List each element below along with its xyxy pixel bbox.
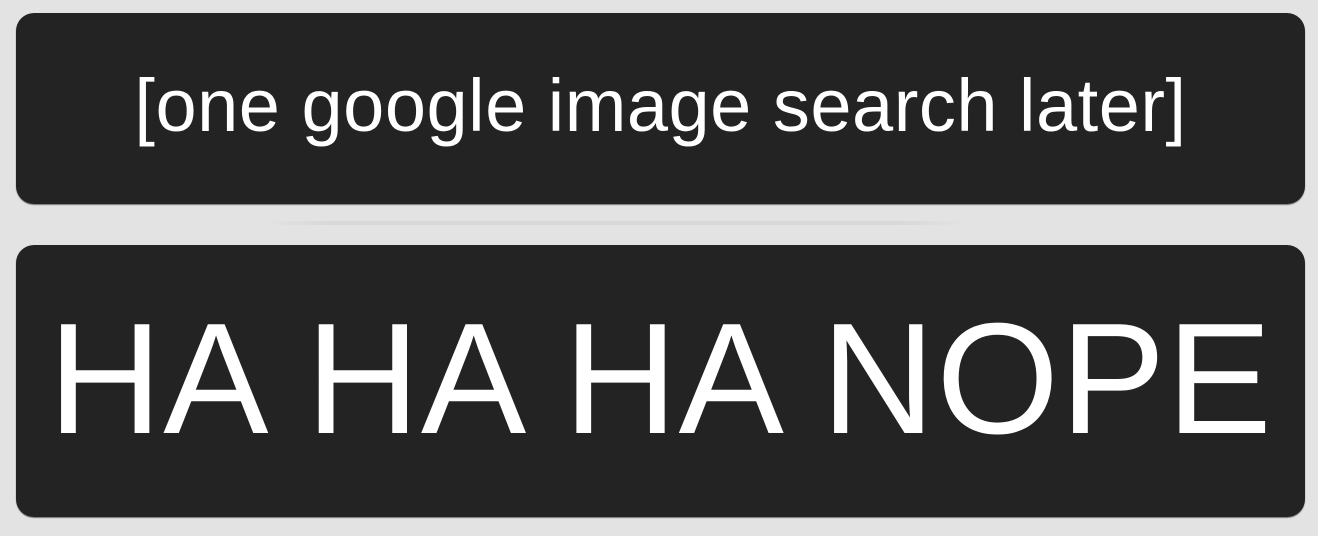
- caption-panel-top: [one google image search later]: [16, 13, 1305, 204]
- caption-panel-bottom: HA HA HA NOPE: [16, 245, 1305, 517]
- caption-text-top: [one google image search later]: [134, 64, 1187, 147]
- divider: [265, 221, 965, 225]
- caption-text-bottom: HA HA HA NOPE: [48, 290, 1273, 467]
